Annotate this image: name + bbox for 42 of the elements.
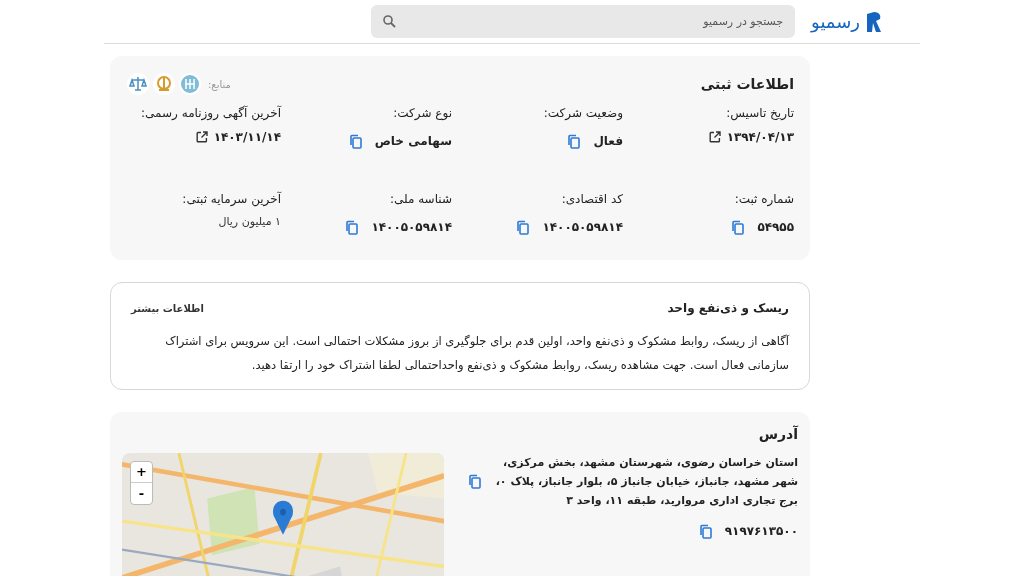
section-title: ریسک و ذی‌نفع واحد [667, 300, 789, 317]
zoom-out-button[interactable]: - [131, 483, 152, 504]
logo-text[interactable]: رسمیو [811, 8, 860, 35]
field-value: فعال [593, 133, 623, 150]
field-label: شماره ثبت: [734, 191, 794, 208]
field-label: آخرین سرمایه ثبتی: [182, 190, 281, 208]
field-value: ۱۴۰۰۵۰۵۹۸۱۴ [542, 219, 623, 236]
field-label: وضعیت شرکت: [543, 105, 623, 122]
field-value: ۱ میلیون ریال [218, 214, 281, 230]
field-value: سهامی خاص [374, 133, 452, 150]
search-icon[interactable] [383, 15, 397, 28]
copy-icon[interactable] [516, 219, 531, 235]
phone-number: ۹۱۹۷۶۱۳۵۰۰ [724, 523, 798, 540]
address-text: استان خراسان رضوی، شهرستان مشهد، بخش مرکزی، شهر مشهد، جانباز، خیابان جانباز ۵، بلوار جانباز، پلاک ۰، برج تجاری اداری مروارید، طبقه ۱۱، واحد ۳ [494, 455, 798, 510]
field-label: شناسه ملی: [389, 191, 452, 208]
field-label: نوع شرکت: [393, 105, 452, 122]
external-link-icon[interactable] [195, 131, 208, 143]
field-label: کد اقتصادی: [561, 191, 623, 208]
section-title: آدرس [757, 424, 798, 444]
field-value: ۱۳۹۴/۰۴/۱۳ [726, 129, 794, 146]
copy-icon[interactable] [348, 133, 363, 149]
field-label: تاریخ تاسیس: [726, 105, 794, 122]
field-value: ۱۴۰۰۵۰۵۹۸۱۴ [371, 219, 452, 236]
sources-label: منابع: [208, 77, 231, 92]
seal-icon[interactable] [178, 72, 202, 96]
copy-icon[interactable] [731, 219, 746, 235]
more-info-link[interactable]: اطلاعات بیشتر [131, 300, 204, 316]
copy-icon[interactable] [345, 219, 360, 235]
emblem-icon[interactable] [152, 72, 176, 96]
field-label: آخرین آگهی روزنامه رسمی: [141, 104, 281, 122]
search-field[interactable]: جستجو در رسمیو [371, 5, 796, 38]
zoom-in-button[interactable]: + [131, 462, 152, 483]
risk-description: آگاهی از ریسک، روابط مشکوک و ذی‌نفع واحد، اولین قدم برای جلوگیری از بروز مشکلات احتمالی است. این سرویس برای اشتراک سازمانی فعال است. جهت مشاهده ریسک، روابط مشکوک و ذی‌نفع واحداحتمالی لطفا اشتراک خود را ارتقا دهید. [164, 333, 789, 374]
copy-icon[interactable] [698, 523, 713, 539]
logo-icon [866, 11, 882, 32]
external-link-icon[interactable] [708, 131, 721, 143]
copy-icon[interactable] [468, 474, 482, 489]
scales-icon[interactable] [126, 72, 150, 96]
field-value: ۵۴۹۵۵ [757, 219, 794, 236]
section-title: اطلاعات ثبتی [700, 74, 794, 94]
field-value: ۱۴۰۳/۱۱/۱۴ [213, 129, 281, 146]
copy-icon[interactable] [567, 133, 582, 149]
